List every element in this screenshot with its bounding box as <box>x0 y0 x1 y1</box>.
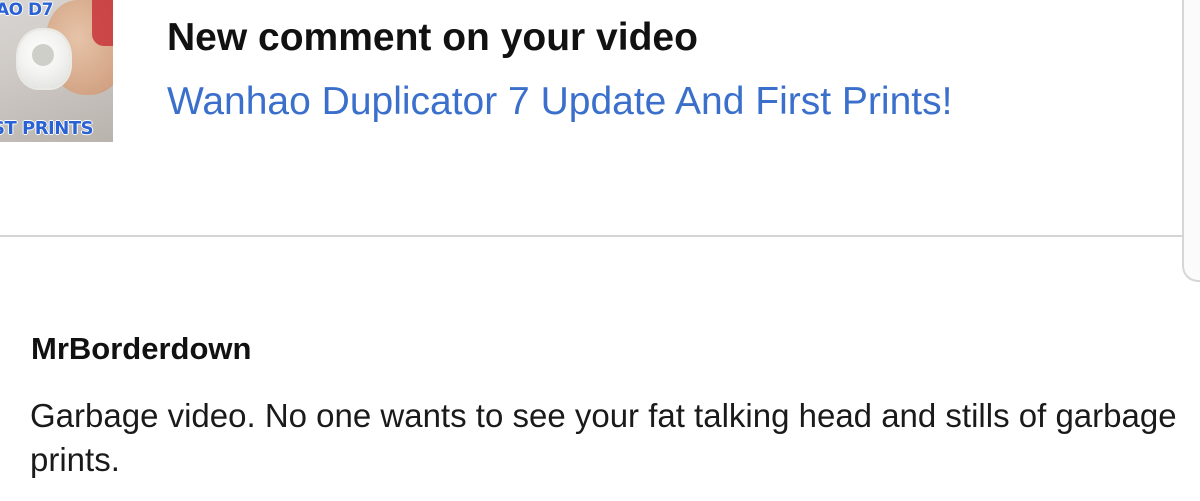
card-edge <box>1182 0 1200 282</box>
video-title-link[interactable]: Wanhao Duplicator 7 Update And First Pri… <box>167 80 952 124</box>
notification-card[interactable]: AO D7 ST PRINTS New comment on your vide… <box>0 0 1200 236</box>
comment-author[interactable]: MrBorderdown <box>31 331 251 367</box>
thumbnail-printed-part-graphic <box>18 30 70 88</box>
comment-text: Garbage video. No one wants to see your … <box>30 397 1177 478</box>
notification-title: New comment on your video <box>167 16 698 59</box>
thumbnail-caption-bottom: ST PRINTS <box>0 118 94 139</box>
video-thumbnail[interactable]: AO D7 ST PRINTS <box>0 0 113 142</box>
thumbnail-caption-top: AO D7 <box>0 0 53 20</box>
thumbnail-red-graphic <box>92 0 113 46</box>
page: AO D7 ST PRINTS New comment on your vide… <box>0 0 1200 501</box>
divider <box>0 235 1184 237</box>
